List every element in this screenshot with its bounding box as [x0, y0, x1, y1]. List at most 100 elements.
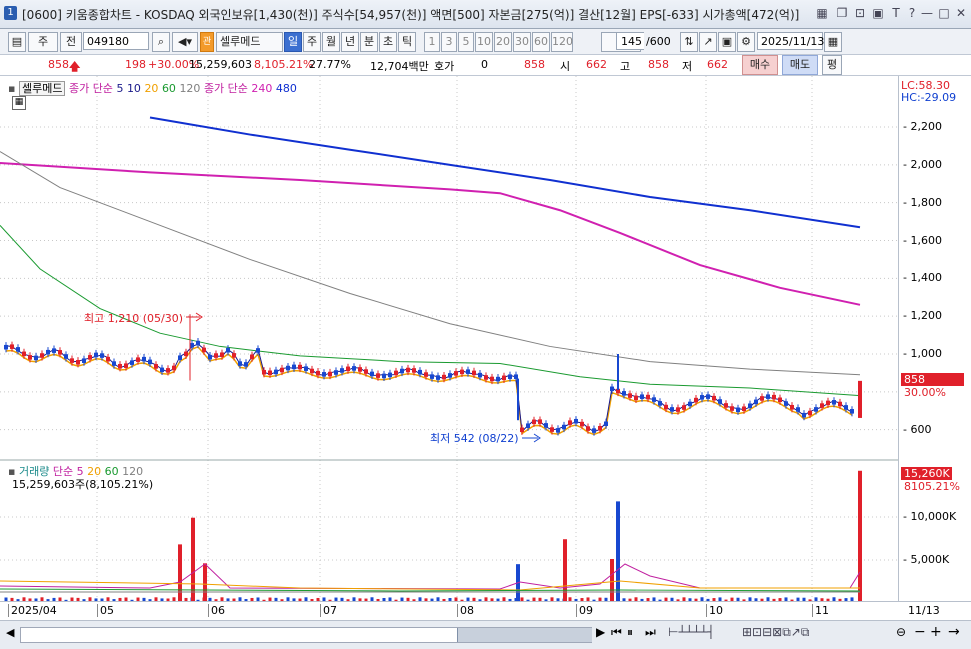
layout-icon[interactable]: ▤	[8, 32, 26, 52]
period-tab[interactable]: 일	[284, 32, 302, 52]
candle-body	[304, 366, 308, 371]
interval-button[interactable]: 30	[513, 32, 531, 52]
time-label: 08	[457, 604, 474, 617]
buy-button[interactable]: 매수	[742, 55, 778, 75]
candle-body	[796, 407, 800, 412]
price-axis[interactable]: LC:58.30 HC:-29.09 - 2,200- 2,000- 1,800…	[898, 76, 971, 606]
stock-name[interactable]: 셀루메드	[216, 32, 283, 52]
speaker-icon[interactable]: ◀▾	[172, 32, 198, 52]
maximize-icon[interactable]: □	[936, 5, 952, 21]
play-icon[interactable]: ▶	[596, 625, 605, 639]
period-tab[interactable]: 주	[303, 32, 321, 52]
interval-button[interactable]: 20	[494, 32, 512, 52]
candle-body	[454, 371, 458, 376]
interval-buttons: 1 3 5 10 20 30 60 120	[424, 29, 604, 53]
scrollbar-track[interactable]	[20, 627, 592, 643]
last-volume-tag: 15,260K	[901, 467, 952, 480]
candle-body	[586, 426, 590, 431]
legend-ma-period[interactable]: 120	[179, 82, 204, 95]
market-select[interactable]: 주	[28, 32, 58, 52]
volume-pct: 8,105.21%	[254, 58, 314, 71]
close-icon[interactable]: ✕	[953, 5, 969, 21]
scroll-left-icon[interactable]: ◀	[6, 626, 14, 639]
candle-body	[508, 374, 512, 379]
candle-body	[754, 399, 758, 405]
candle-body	[370, 371, 374, 377]
window-grid-icon[interactable]: ▦	[814, 5, 830, 21]
legend-ma-period[interactable]: 20	[144, 82, 162, 95]
search-icon[interactable]: ⌕	[152, 32, 170, 52]
candle-body	[850, 409, 854, 414]
candle-body	[484, 375, 488, 380]
legend-ma-period[interactable]: 240	[251, 82, 276, 95]
help-icon[interactable]: ?	[904, 5, 920, 21]
period-tab[interactable]: 초	[379, 32, 397, 52]
period-tab[interactable]: 틱	[398, 32, 416, 52]
date-input[interactable]: 2025/11/13	[757, 32, 824, 50]
volume-spike	[858, 470, 862, 602]
interval-button[interactable]: 120	[551, 32, 573, 52]
stock-code-input[interactable]: 049180	[83, 32, 149, 50]
candle-body	[820, 403, 824, 408]
candle-body	[256, 348, 260, 353]
interval-button[interactable]: 5	[458, 32, 474, 52]
table-icon[interactable]: ▦	[12, 96, 26, 110]
all-select[interactable]: 전	[60, 32, 82, 52]
candle-body	[430, 374, 434, 379]
zoom-out-icon[interactable]: −	[914, 624, 926, 640]
tool-icons[interactable]: ⊞⊡⊟⊠⧉↗⧉	[742, 625, 809, 640]
zoom-ruler-icon[interactable]: ⊢┴┴┴┴┤	[668, 625, 715, 639]
lock-icon[interactable]: ⊡	[852, 5, 868, 21]
prev-icon[interactable]: ⏮	[611, 625, 622, 640]
interval-button[interactable]: 3	[441, 32, 457, 52]
zoom-search-icon[interactable]: ⊖	[896, 625, 906, 639]
candle-body	[778, 397, 782, 403]
legend-ma-period[interactable]: 480	[276, 82, 297, 95]
compare-icon[interactable]: ⇅	[680, 32, 698, 52]
candle-body	[166, 368, 170, 373]
pause-icon[interactable]: ⏸	[627, 625, 633, 640]
flat-button[interactable]: 평	[822, 55, 842, 75]
sell-button[interactable]: 매도	[782, 55, 818, 75]
legend-ma-period[interactable]: 10	[127, 82, 145, 95]
zoom-in-icon[interactable]: +	[930, 624, 942, 640]
candle-body	[424, 372, 428, 377]
restore-icon[interactable]: ❐	[834, 5, 850, 21]
fit-icon[interactable]: →	[948, 624, 960, 640]
count-input[interactable]: 145	[616, 32, 644, 50]
trend-icon[interactable]: ↗	[699, 32, 717, 52]
candle-body	[550, 427, 554, 432]
legend-ma-period[interactable]: 60	[162, 82, 180, 95]
last-volume-pct: 8105.21%	[904, 480, 960, 493]
candle-body	[808, 410, 812, 416]
candle-body	[328, 371, 332, 377]
interval-button[interactable]: 60	[532, 32, 550, 52]
price-legend: ▪ 셀루메드 종가 단순 5 10 20 60 120 종가 단순 240 48…	[8, 80, 297, 96]
candle-body	[4, 344, 8, 350]
gear-icon[interactable]: ⚙	[737, 32, 755, 52]
period-tab[interactable]: 년	[341, 32, 359, 52]
candle-body	[712, 395, 716, 401]
next-icon[interactable]: ⏭	[645, 625, 656, 640]
candle-body	[766, 394, 770, 399]
period-tab[interactable]: 분	[360, 32, 378, 52]
tile-icon[interactable]: ▣	[870, 5, 886, 21]
legend-ma-period[interactable]: 5	[116, 82, 127, 95]
interval-button[interactable]: 1	[424, 32, 440, 52]
volume-spike	[610, 559, 614, 602]
price-volume-chart[interactable]	[0, 76, 898, 606]
interval-button[interactable]: 10	[475, 32, 493, 52]
calendar-icon[interactable]: ▦	[824, 32, 842, 52]
period-tab[interactable]: 월	[322, 32, 340, 52]
candle-body	[34, 355, 38, 361]
chart-panel[interactable]: ▪ 셀루메드 종가 단순 5 10 20 60 120 종가 단순 240 48…	[0, 76, 898, 606]
scrollbar-thumb[interactable]	[457, 628, 592, 642]
text-icon[interactable]: T	[888, 5, 904, 21]
fav-badge-icon[interactable]: 관	[200, 32, 214, 52]
candle-body	[94, 352, 98, 358]
minimize-icon[interactable]: —	[919, 5, 935, 21]
candle-body	[322, 372, 326, 377]
candle-body	[172, 365, 176, 371]
legend-stock-name[interactable]: 셀루메드	[18, 81, 66, 96]
save-icon[interactable]: ▣	[718, 32, 736, 52]
